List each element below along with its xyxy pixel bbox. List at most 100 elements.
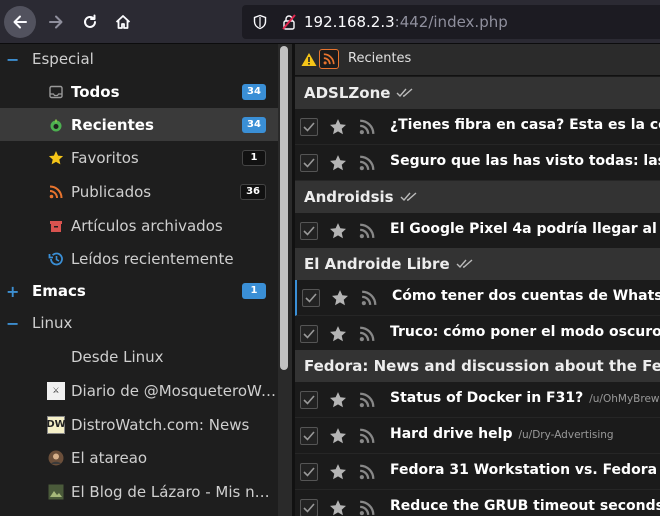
feed-label: Publicados xyxy=(71,182,152,201)
feed-rss-button[interactable] xyxy=(319,49,339,69)
history-icon xyxy=(47,250,65,268)
star-icon[interactable] xyxy=(329,391,347,409)
headline-row[interactable]: El Google Pixel 4a podría llegar al merc… xyxy=(295,213,660,249)
headline-title[interactable]: Fedora 31 Workstation vs. Fedora 31 Desk… xyxy=(390,462,660,478)
sidebar-scrollbar[interactable] xyxy=(278,44,292,516)
headline-author: /u/OhMyBrew xyxy=(589,393,660,405)
inbox-icon xyxy=(47,83,65,101)
feed-archivados[interactable]: Artículos archivados xyxy=(0,209,278,242)
back-button[interactable] xyxy=(4,6,36,38)
expand-toggle[interactable]: + xyxy=(6,282,19,301)
headline-title[interactable]: Truco: cómo poner el modo oscuro en xyxy=(390,324,660,340)
home-button[interactable] xyxy=(107,6,139,38)
forward-arrow-icon xyxy=(49,15,63,29)
headline-title[interactable]: Reduce the GRUB timeout seconds from xyxy=(390,498,660,514)
shield-icon[interactable] xyxy=(252,14,268,30)
publish-rss-icon[interactable] xyxy=(359,500,375,516)
publish-rss-icon[interactable] xyxy=(359,392,375,408)
feed-group-header[interactable]: ADSLZone xyxy=(295,77,660,109)
select-checkbox[interactable] xyxy=(300,118,318,136)
collapse-toggle[interactable]: − xyxy=(6,314,19,333)
star-icon[interactable] xyxy=(329,427,347,445)
feed-el-atareao[interactable]: El atareao xyxy=(0,441,278,474)
warning-icon[interactable] xyxy=(301,52,317,67)
select-checkbox[interactable] xyxy=(300,391,318,409)
star-icon xyxy=(47,149,65,167)
avatar-icon xyxy=(47,449,65,467)
feed-label: Diario de @MosqueteroWeb xyxy=(71,381,276,400)
headline-row[interactable]: Reduce the GRUB timeout seconds from xyxy=(295,490,660,516)
collapse-toggle[interactable]: − xyxy=(6,50,19,69)
publish-rss-icon[interactable] xyxy=(359,428,375,444)
publish-rss-icon[interactable] xyxy=(359,223,375,239)
category-especial[interactable]: − Especial xyxy=(0,44,278,74)
headline-row[interactable]: Hard drive help/u/Dry-Advertising xyxy=(295,418,660,454)
star-icon[interactable] xyxy=(329,499,347,516)
feed-label: DistroWatch.com: News xyxy=(71,415,250,434)
headline-title[interactable]: Hard drive help xyxy=(390,426,512,442)
headline-row[interactable]: Cómo tener dos cuentas de WhatsApp xyxy=(295,280,660,316)
group-title: ADSLZone xyxy=(304,84,391,102)
headline-row[interactable]: Fedora 31 Workstation vs. Fedora 31 Desk… xyxy=(295,454,660,490)
headline-title[interactable]: El Google Pixel 4a podría llegar al merc… xyxy=(390,221,660,237)
headline-row[interactable]: Seguro que las has visto todas: las mejo… xyxy=(295,145,660,181)
feed-distrowatch[interactable]: DW DistroWatch.com: News xyxy=(0,408,278,441)
star-icon[interactable] xyxy=(329,222,347,240)
select-checkbox[interactable] xyxy=(300,463,318,481)
feed-recientes[interactable]: Recientes 34 xyxy=(0,108,278,141)
forward-button[interactable] xyxy=(40,6,72,38)
mark-read-icon[interactable] xyxy=(400,192,418,202)
feed-label: Desde Linux xyxy=(71,347,164,366)
star-icon[interactable] xyxy=(331,289,349,307)
select-checkbox[interactable] xyxy=(302,289,320,307)
favicon-icon: ⚔ xyxy=(47,381,65,400)
reload-icon xyxy=(84,14,96,28)
feed-blog-lazaro[interactable]: El Blog de Lázaro - Mis notas de Linux xyxy=(0,475,278,508)
star-icon[interactable] xyxy=(329,154,347,172)
feed-group-header[interactable]: Fedora: News and discussion about the Fe… xyxy=(295,350,660,382)
select-checkbox[interactable] xyxy=(300,427,318,445)
star-icon[interactable] xyxy=(329,325,347,343)
category-label: Especial xyxy=(32,50,94,68)
group-title: Androidsis xyxy=(304,188,394,206)
select-checkbox[interactable] xyxy=(300,325,318,343)
archive-icon xyxy=(47,217,65,235)
group-title: El Androide Libre xyxy=(304,255,450,273)
publish-rss-icon[interactable] xyxy=(359,155,375,171)
publish-rss-icon[interactable] xyxy=(359,464,375,480)
headline-row[interactable]: Status of Docker in F31? /u/OhMyBrew xyxy=(295,382,660,418)
headline-title[interactable]: Status of Docker in F31? xyxy=(390,390,583,406)
headline-row[interactable]: ¿Tienes fibra en casa? Esta es la cobert… xyxy=(295,109,660,145)
feed-publicados[interactable]: Publicados 36 xyxy=(0,175,278,208)
select-checkbox[interactable] xyxy=(300,154,318,172)
feed-diario-mosquetero[interactable]: ⚔ Diario de @MosqueteroWeb xyxy=(0,374,278,407)
feed-group-header[interactable]: Androidsis xyxy=(295,181,660,213)
insecure-lock-icon[interactable] xyxy=(280,13,298,31)
mark-read-icon[interactable] xyxy=(456,259,474,269)
select-checkbox[interactable] xyxy=(300,222,318,240)
feed-favoritos[interactable]: Favoritos 1 xyxy=(0,141,278,174)
feed-todos[interactable]: Todos 34 xyxy=(0,75,278,108)
feed-desde-linux[interactable]: Desde Linux xyxy=(0,340,278,373)
headline-row[interactable]: Truco: cómo poner el modo oscuro en xyxy=(295,316,660,352)
star-icon[interactable] xyxy=(329,118,347,136)
address-bar[interactable]: 192.168.2.3:442/index.php xyxy=(242,5,660,39)
category-emacs[interactable]: + Emacs 1 xyxy=(0,276,278,306)
headline-title[interactable]: ¿Tienes fibra en casa? Esta es la cobert… xyxy=(390,117,660,133)
select-checkbox[interactable] xyxy=(300,499,318,516)
headline-title[interactable]: Cómo tener dos cuentas de WhatsApp xyxy=(392,288,660,304)
feed-leidos-recientemente[interactable]: Leídos recientemente xyxy=(0,242,278,275)
publish-rss-icon[interactable] xyxy=(359,326,375,342)
category-linux[interactable]: − Linux xyxy=(0,308,278,338)
star-icon[interactable] xyxy=(329,463,347,481)
headline-title[interactable]: Seguro que las has visto todas: las mejo… xyxy=(390,153,660,169)
reload-button[interactable] xyxy=(74,6,106,38)
scrollbar-thumb[interactable] xyxy=(280,46,288,370)
mark-read-icon[interactable] xyxy=(396,88,414,98)
feed-label: El Blog de Lázaro - Mis notas de Linux xyxy=(71,482,276,501)
url-text[interactable]: 192.168.2.3:442/index.php xyxy=(304,13,508,31)
publish-rss-icon[interactable] xyxy=(361,290,377,306)
publish-rss-icon[interactable] xyxy=(359,119,375,135)
browser-toolbar: 192.168.2.3:442/index.php xyxy=(0,0,660,44)
feed-group-header[interactable]: El Androide Libre xyxy=(295,248,660,280)
